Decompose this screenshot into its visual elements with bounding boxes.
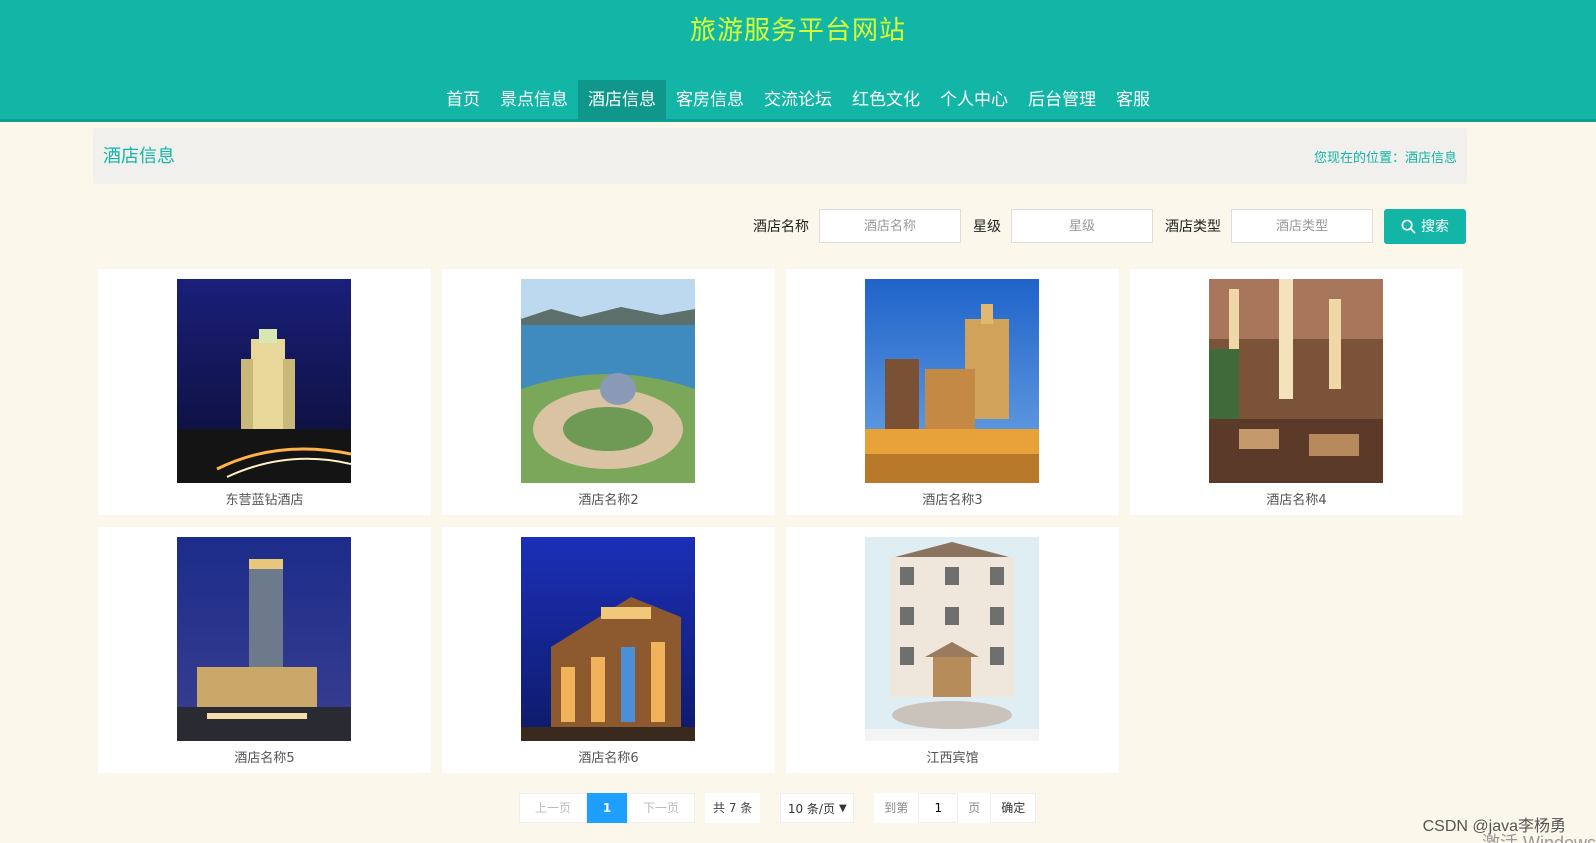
goto-page-input[interactable]	[918, 793, 959, 823]
hotel-name-input[interactable]	[819, 209, 961, 243]
hotel-image-lit-facade[interactable]	[521, 537, 695, 741]
search-icon	[1401, 219, 1416, 233]
site-header: 旅游服务平台网站 首页 景点信息 酒店信息 客房信息 交流论坛 红色文化 个人中…	[0, 0, 1596, 122]
hotel-name: 酒店名称4	[1266, 493, 1327, 508]
goto-confirm-button[interactable]: 确定	[990, 793, 1037, 823]
hotel-card[interactable]: 酒店名称2	[442, 269, 775, 515]
nav-item-red-culture[interactable]: 红色文化	[842, 80, 930, 120]
chevron-down-icon: ▼	[838, 802, 847, 814]
nav-item-hotels[interactable]: 酒店信息	[578, 80, 666, 120]
hotel-type-label: 酒店类型	[1165, 219, 1221, 235]
page-size-value: 10 条/页	[787, 801, 835, 816]
main-nav: 首页 景点信息 酒店信息 客房信息 交流论坛 红色文化 个人中心 后台管理 客服	[0, 80, 1596, 120]
site-title: 旅游服务平台网站	[689, 16, 906, 46]
prev-page-button[interactable]: 上一页	[519, 793, 587, 823]
nav-item-admin[interactable]: 后台管理	[1018, 80, 1106, 120]
pagination: 上一页 1 下一页 共 7 条 10 条/页 ▼ 到第 页 确定	[519, 793, 1037, 823]
hotel-card[interactable]: 酒店名称5	[98, 527, 431, 773]
search-button-label: 搜索	[1421, 219, 1449, 235]
hotel-name: 酒店名称5	[234, 751, 295, 766]
hotel-name: 酒店名称2	[578, 493, 639, 508]
next-page-button[interactable]: 下一页	[627, 793, 695, 823]
search-button[interactable]: 搜索	[1384, 208, 1466, 244]
hotel-image-tall-tower[interactable]	[177, 537, 351, 741]
star-input[interactable]	[1011, 209, 1153, 243]
windows-activation-overlay: 激活 Windows	[1481, 833, 1596, 843]
search-bar: 酒店名称 星级 酒店类型 搜索	[741, 208, 1466, 244]
hotel-name: 酒店名称6	[578, 751, 639, 766]
nav-item-rooms[interactable]: 客房信息	[666, 80, 754, 120]
breadcrumb: 您现在的位置：酒店信息	[1313, 151, 1457, 166]
nav-item-personal-center[interactable]: 个人中心	[930, 80, 1018, 120]
hotel-name: 江西宾馆	[926, 751, 979, 766]
hotel-type-input[interactable]	[1231, 209, 1373, 243]
hotel-image-lobby[interactable]	[1209, 279, 1383, 483]
page-size-select[interactable]: 10 条/页 ▼	[780, 793, 855, 823]
hotel-image-seaside-dome[interactable]	[521, 279, 695, 483]
hotel-card[interactable]: 东营蓝钻酒店	[98, 269, 431, 515]
hotel-card[interactable]: 酒店名称6	[442, 527, 775, 773]
hotel-card[interactable]: 酒店名称3	[786, 269, 1119, 515]
title-bar: 酒店信息 您现在的位置：酒店信息	[93, 128, 1467, 184]
hotel-image-night-tower[interactable]	[177, 279, 351, 483]
nav-item-attractions[interactable]: 景点信息	[490, 80, 578, 120]
star-label: 星级	[973, 219, 1001, 235]
hotel-image-classic-building[interactable]	[865, 537, 1039, 741]
hotel-image-casino-resort[interactable]	[865, 279, 1039, 483]
hotel-card[interactable]: 酒店名称4	[1130, 269, 1463, 515]
page-button-current[interactable]: 1	[587, 793, 627, 823]
nav-item-forum[interactable]: 交流论坛	[754, 80, 842, 120]
hotel-name: 东营蓝钻酒店	[225, 493, 304, 508]
goto-label: 到第	[874, 793, 919, 823]
page-title: 酒店信息	[103, 146, 175, 167]
page-unit-label: 页	[958, 793, 991, 823]
nav-item-home[interactable]: 首页	[436, 80, 490, 120]
total-count: 共 7 条	[705, 793, 761, 823]
hotel-card[interactable]: 江西宾馆	[786, 527, 1119, 773]
nav-item-customer-service[interactable]: 客服	[1106, 80, 1160, 120]
hotel-name: 酒店名称3	[922, 493, 983, 508]
hotel-name-label: 酒店名称	[753, 219, 809, 235]
